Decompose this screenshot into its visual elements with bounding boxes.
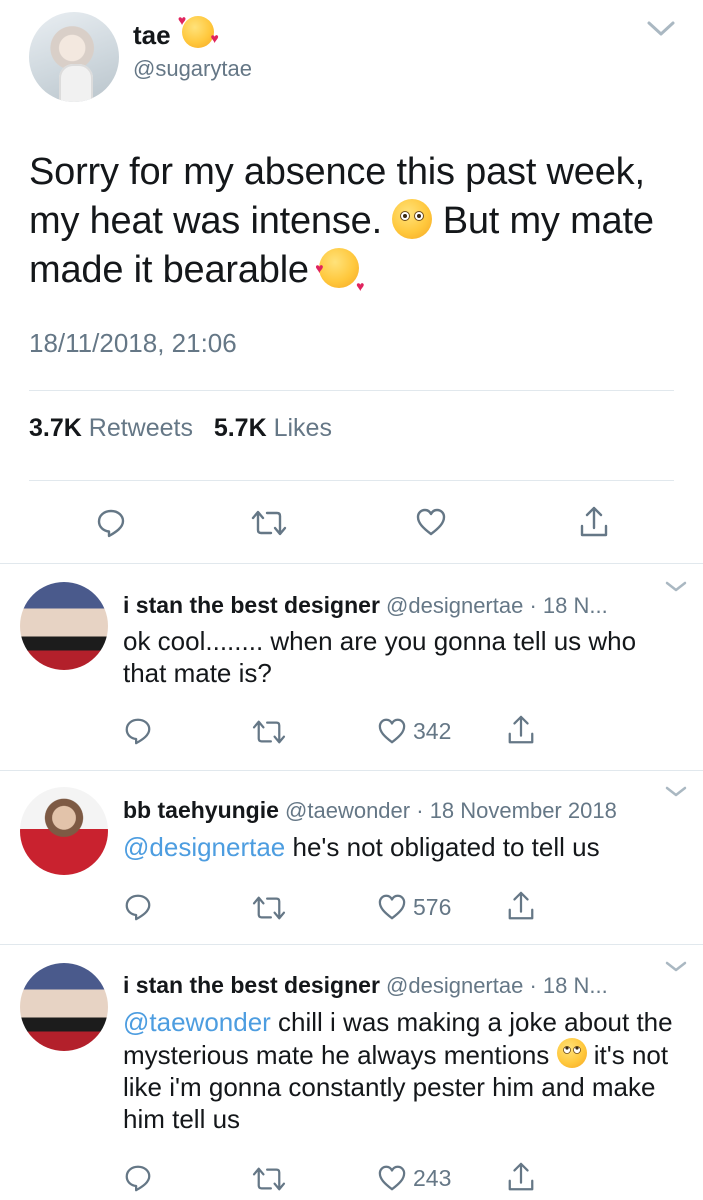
author-handle[interactable]: @taewonder <box>285 798 410 823</box>
author-handle[interactable]: @sugarytae <box>133 56 252 82</box>
author-name[interactable]: bb taehyungie <box>123 797 279 823</box>
chevron-down-icon[interactable] <box>664 580 688 594</box>
reply-text: @designertae he's not obligated to tell … <box>123 832 600 862</box>
divider <box>29 480 674 481</box>
smiling-face-with-hearts-emoji <box>178 12 219 48</box>
face-with-rolling-eyes-emoji <box>556 1038 587 1068</box>
reply-text: ok cool........ when are you gonna tell … <box>123 626 637 688</box>
share-icon[interactable] <box>506 1160 536 1194</box>
share-icon[interactable] <box>578 504 610 540</box>
reply-date: 18 N... <box>542 973 608 998</box>
share-icon[interactable] <box>506 889 536 923</box>
like-icon[interactable] <box>415 507 447 537</box>
author-handle[interactable]: @designertae <box>386 973 523 998</box>
separator <box>0 563 703 564</box>
retweets-count[interactable]: 3.7K <box>29 414 82 442</box>
tweet-text: Sorry for my absence this past week, my … <box>29 148 689 311</box>
tweet-stats: 3.7K Retweets 5.7K Likes <box>29 414 332 443</box>
chevron-down-icon[interactable] <box>664 785 688 799</box>
smiling-face-with-hearts-emoji <box>315 244 364 311</box>
avatar[interactable] <box>20 787 108 875</box>
divider <box>29 390 674 391</box>
avatar[interactable] <box>20 963 108 1051</box>
reply-date: 18 November 2018 <box>429 798 617 823</box>
like-count: 243 <box>413 1165 452 1191</box>
reply-header: i stan the best designer @designertae · … <box>123 972 608 998</box>
reply-header: i stan the best designer @designertae · … <box>123 592 608 618</box>
like-icon[interactable] <box>377 717 407 745</box>
like-count: 576 <box>413 894 452 920</box>
retweet-icon[interactable] <box>249 508 289 538</box>
like-icon[interactable] <box>377 1164 407 1192</box>
reply-icon[interactable] <box>123 892 153 922</box>
like-count: 342 <box>413 718 452 744</box>
share-icon[interactable] <box>506 713 536 747</box>
retweet-icon[interactable] <box>250 894 288 922</box>
reply-icon[interactable] <box>123 716 153 746</box>
avatar[interactable] <box>20 582 108 670</box>
chevron-down-icon[interactable] <box>664 960 688 974</box>
mention-link[interactable]: @taewonder <box>123 1007 271 1037</box>
retweet-icon[interactable] <box>250 718 288 746</box>
author-name[interactable]: tae <box>133 12 219 51</box>
chevron-down-icon[interactable] <box>646 20 676 38</box>
author-name[interactable]: i stan the best designer <box>123 972 380 998</box>
reply-text: @taewonder chill i was making a joke abo… <box>123 1007 673 1134</box>
likes-label[interactable]: Likes <box>274 414 332 442</box>
reply-icon[interactable] <box>95 507 127 539</box>
reply-icon[interactable] <box>123 1163 153 1193</box>
reply-header: bb taehyungie @taewonder · 18 November 2… <box>123 797 617 823</box>
reply-date: 18 N... <box>542 593 608 618</box>
author-handle[interactable]: @designertae <box>386 593 523 618</box>
like-icon[interactable] <box>377 893 407 921</box>
retweet-icon[interactable] <box>250 1165 288 1193</box>
flushed-face-emoji <box>392 199 433 239</box>
timestamp[interactable]: 18/11/2018, 21:06 <box>29 328 237 359</box>
mention-link[interactable]: @designertae <box>123 832 285 862</box>
separator <box>0 770 703 771</box>
avatar[interactable] <box>29 12 119 102</box>
author-name[interactable]: i stan the best designer <box>123 592 380 618</box>
retweets-label[interactable]: Retweets <box>89 414 193 442</box>
separator <box>0 944 703 945</box>
likes-count[interactable]: 5.7K <box>214 414 267 442</box>
